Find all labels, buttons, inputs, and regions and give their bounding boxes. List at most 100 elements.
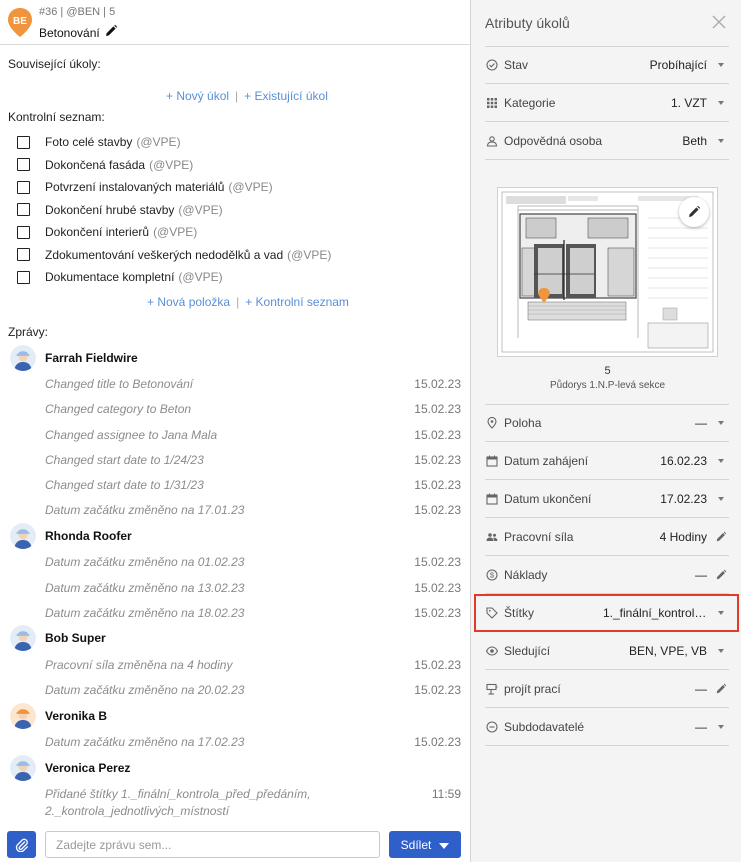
attribute-row-n-klady[interactable]: $ Náklady — — [485, 556, 729, 594]
eye-icon — [485, 644, 499, 658]
message-text: Datum začátku změněno na 17.01.23 — [45, 503, 245, 517]
checklist-checkbox[interactable] — [17, 225, 30, 239]
chevron-down-icon[interactable] — [713, 648, 729, 653]
attribute-row-sleduj-c[interactable]: Sledující BEN, VPE, VB — [485, 632, 729, 670]
attribute-row-datum-zah-jen[interactable]: Datum zahájení 16.02.23 — [485, 442, 729, 480]
pencil-icon[interactable] — [713, 683, 729, 695]
edit-title-pencil-icon[interactable] — [104, 24, 118, 41]
attribute-value: — — [695, 681, 707, 696]
plan-number: 5 — [604, 365, 611, 377]
message-entry: Changed title to Betonování 15.02.23 — [45, 377, 461, 391]
chevron-down-icon[interactable] — [713, 724, 729, 729]
attribute-label: projít prací — [504, 681, 561, 696]
checklist-item-assignee: (@VPE) — [178, 202, 223, 217]
attribute-row-stav[interactable]: Stav Probíhající — [485, 46, 729, 84]
location-pin-icon — [485, 416, 499, 430]
messages-label: Zprávy: — [8, 325, 49, 339]
message-date: 15.02.23 — [414, 478, 461, 492]
message-entry: Datum začátku změněno na 13.02.23 15.02.2… — [45, 581, 461, 595]
edit-plan-button[interactable] — [679, 197, 709, 227]
message-date: 15.02.23 — [414, 606, 461, 620]
message-date: 15.02.23 — [414, 377, 461, 391]
new-item-link[interactable]: + Nová položka — [147, 295, 230, 309]
checklist-item-text: Dokončení interierů — [45, 225, 150, 239]
chevron-down-icon[interactable] — [713, 100, 729, 105]
avatar — [10, 755, 36, 781]
checklist-item-text: Dokumentace kompletní — [45, 270, 175, 284]
message-date: 15.02.23 — [414, 453, 461, 467]
checklist-item-assignee: (@VPE) — [149, 157, 194, 172]
message-text: Changed category to Beton — [45, 402, 192, 416]
attribute-label: Kategorie — [504, 95, 556, 110]
message-text: Changed assignee to Jana Mala — [45, 428, 218, 442]
checklist-checkbox[interactable] — [17, 158, 30, 171]
chevron-down-icon[interactable] — [713, 421, 729, 425]
related-tasks-label: Související úkoly: — [8, 57, 101, 71]
message-entry: 2._kontrola_jednotlivých_místností — [45, 804, 461, 818]
attribute-label: Stav — [504, 58, 529, 72]
message-text: Datum začátku změněno na 18.02.23 — [45, 606, 245, 620]
checklist-item-text: Dokončení hrubé stavby — [45, 202, 175, 217]
new-task-link[interactable]: + Nový úkol — [166, 89, 229, 103]
pencil-icon[interactable] — [713, 531, 729, 543]
message-author: Farrah Fieldwire — [10, 345, 138, 371]
message-entry: Pracovní síla změněna na 4 hodiny 15.02.2… — [45, 658, 461, 672]
checklist-item: Zdokumentování veškerých nedodělků a vad… — [17, 247, 331, 263]
message-date: 15.02.23 — [414, 503, 461, 517]
task-badge-pin-icon: BE — [7, 7, 33, 38]
checklist-item: Dokončení hrubé stavby (@VPE) — [17, 202, 223, 218]
checklist-checkbox[interactable] — [17, 248, 30, 261]
chevron-down-icon[interactable] — [713, 138, 729, 143]
checklist-item: Dokumentace kompletní (@VPE) — [17, 269, 223, 285]
paperclip-icon — [15, 838, 28, 852]
attribute-label: Datum zahájení — [504, 453, 589, 468]
message-entry: Changed start date to 1/24/23 15.02.23 — [45, 453, 461, 467]
attribute-label: Odpovědná osoba — [504, 133, 603, 148]
avatar — [10, 345, 36, 371]
checklist-item-assignee: (@VPE) — [228, 180, 273, 194]
attribute-row-proj-t-prac[interactable]: projít prací — — [485, 670, 729, 708]
message-date: 15.02.23 — [414, 683, 461, 697]
attribute-row-odpov-dn-osoba[interactable]: Odpovědná osoba Beth — [485, 122, 729, 160]
checklist-item: Dokončení interierů (@VPE) — [17, 224, 197, 240]
close-icon[interactable] — [712, 15, 726, 29]
chevron-down-icon[interactable] — [713, 496, 729, 501]
task-title-row[interactable]: Betonování — [39, 24, 118, 41]
checklist-item-assignee: (@VPE) — [178, 270, 223, 284]
checklist-item-text: Potvrzení instalovaných materiálů — [45, 180, 225, 194]
new-checklist-link[interactable]: + Kontrolní seznam — [245, 295, 349, 309]
status-check-icon — [485, 58, 499, 72]
chevron-down-icon[interactable] — [713, 458, 729, 463]
attribute-value: 16.02.23 — [660, 453, 707, 468]
avatar — [10, 523, 36, 549]
share-button-label: Sdílet — [400, 837, 432, 852]
pencil-icon[interactable] — [713, 569, 729, 581]
tags-row-highlight — [474, 594, 739, 632]
attribute-row-datum-ukon-en[interactable]: Datum ukončení 17.02.23 — [485, 480, 729, 518]
checklist-checkbox[interactable] — [17, 270, 30, 284]
checklist-checkbox[interactable] — [17, 180, 30, 194]
existing-task-link[interactable]: + Existující úkol — [244, 89, 328, 103]
attribute-value: — — [695, 567, 707, 582]
checklist-checkbox[interactable] — [17, 203, 30, 216]
checklist-item-text: Zdokumentování veškerých nedodělků a vad — [45, 247, 284, 262]
message-composer: Sdílet — [0, 823, 470, 862]
checklist-item-assignee: (@VPE) — [136, 135, 181, 149]
message-entry: Changed start date to 1/31/23 15.02.23 — [45, 478, 461, 492]
checklist-checkbox[interactable] — [17, 135, 30, 149]
attribute-row-poloha[interactable]: Poloha — — [485, 404, 729, 442]
share-button[interactable]: Sdílet — [389, 831, 461, 858]
message-date: 15.02.23 — [414, 428, 461, 442]
attribute-label: Pracovní síla — [504, 529, 574, 544]
chevron-down-icon[interactable] — [713, 63, 729, 67]
task-detail-panel: BE #36 | @BEN | 5 Betonování Související… — [0, 0, 470, 862]
attach-button[interactable] — [7, 831, 36, 858]
message-input[interactable] — [45, 831, 380, 858]
task-title: Betonování — [39, 25, 100, 40]
author-name: Veronica Perez — [45, 761, 131, 775]
attribute-row-kategorie[interactable]: Kategorie 1. VZT — [485, 84, 729, 122]
attribute-row-subdodavatel[interactable]: Subdodavatelé — — [485, 708, 729, 746]
attribute-row-pracovn-s-la[interactable]: Pracovní síla 4 Hodiny — [485, 518, 729, 556]
task-attributes-panel: Atributy úkolů Stav Probíhající Kategorie 1… — [470, 0, 741, 862]
message-date: 15.02.23 — [414, 581, 461, 595]
